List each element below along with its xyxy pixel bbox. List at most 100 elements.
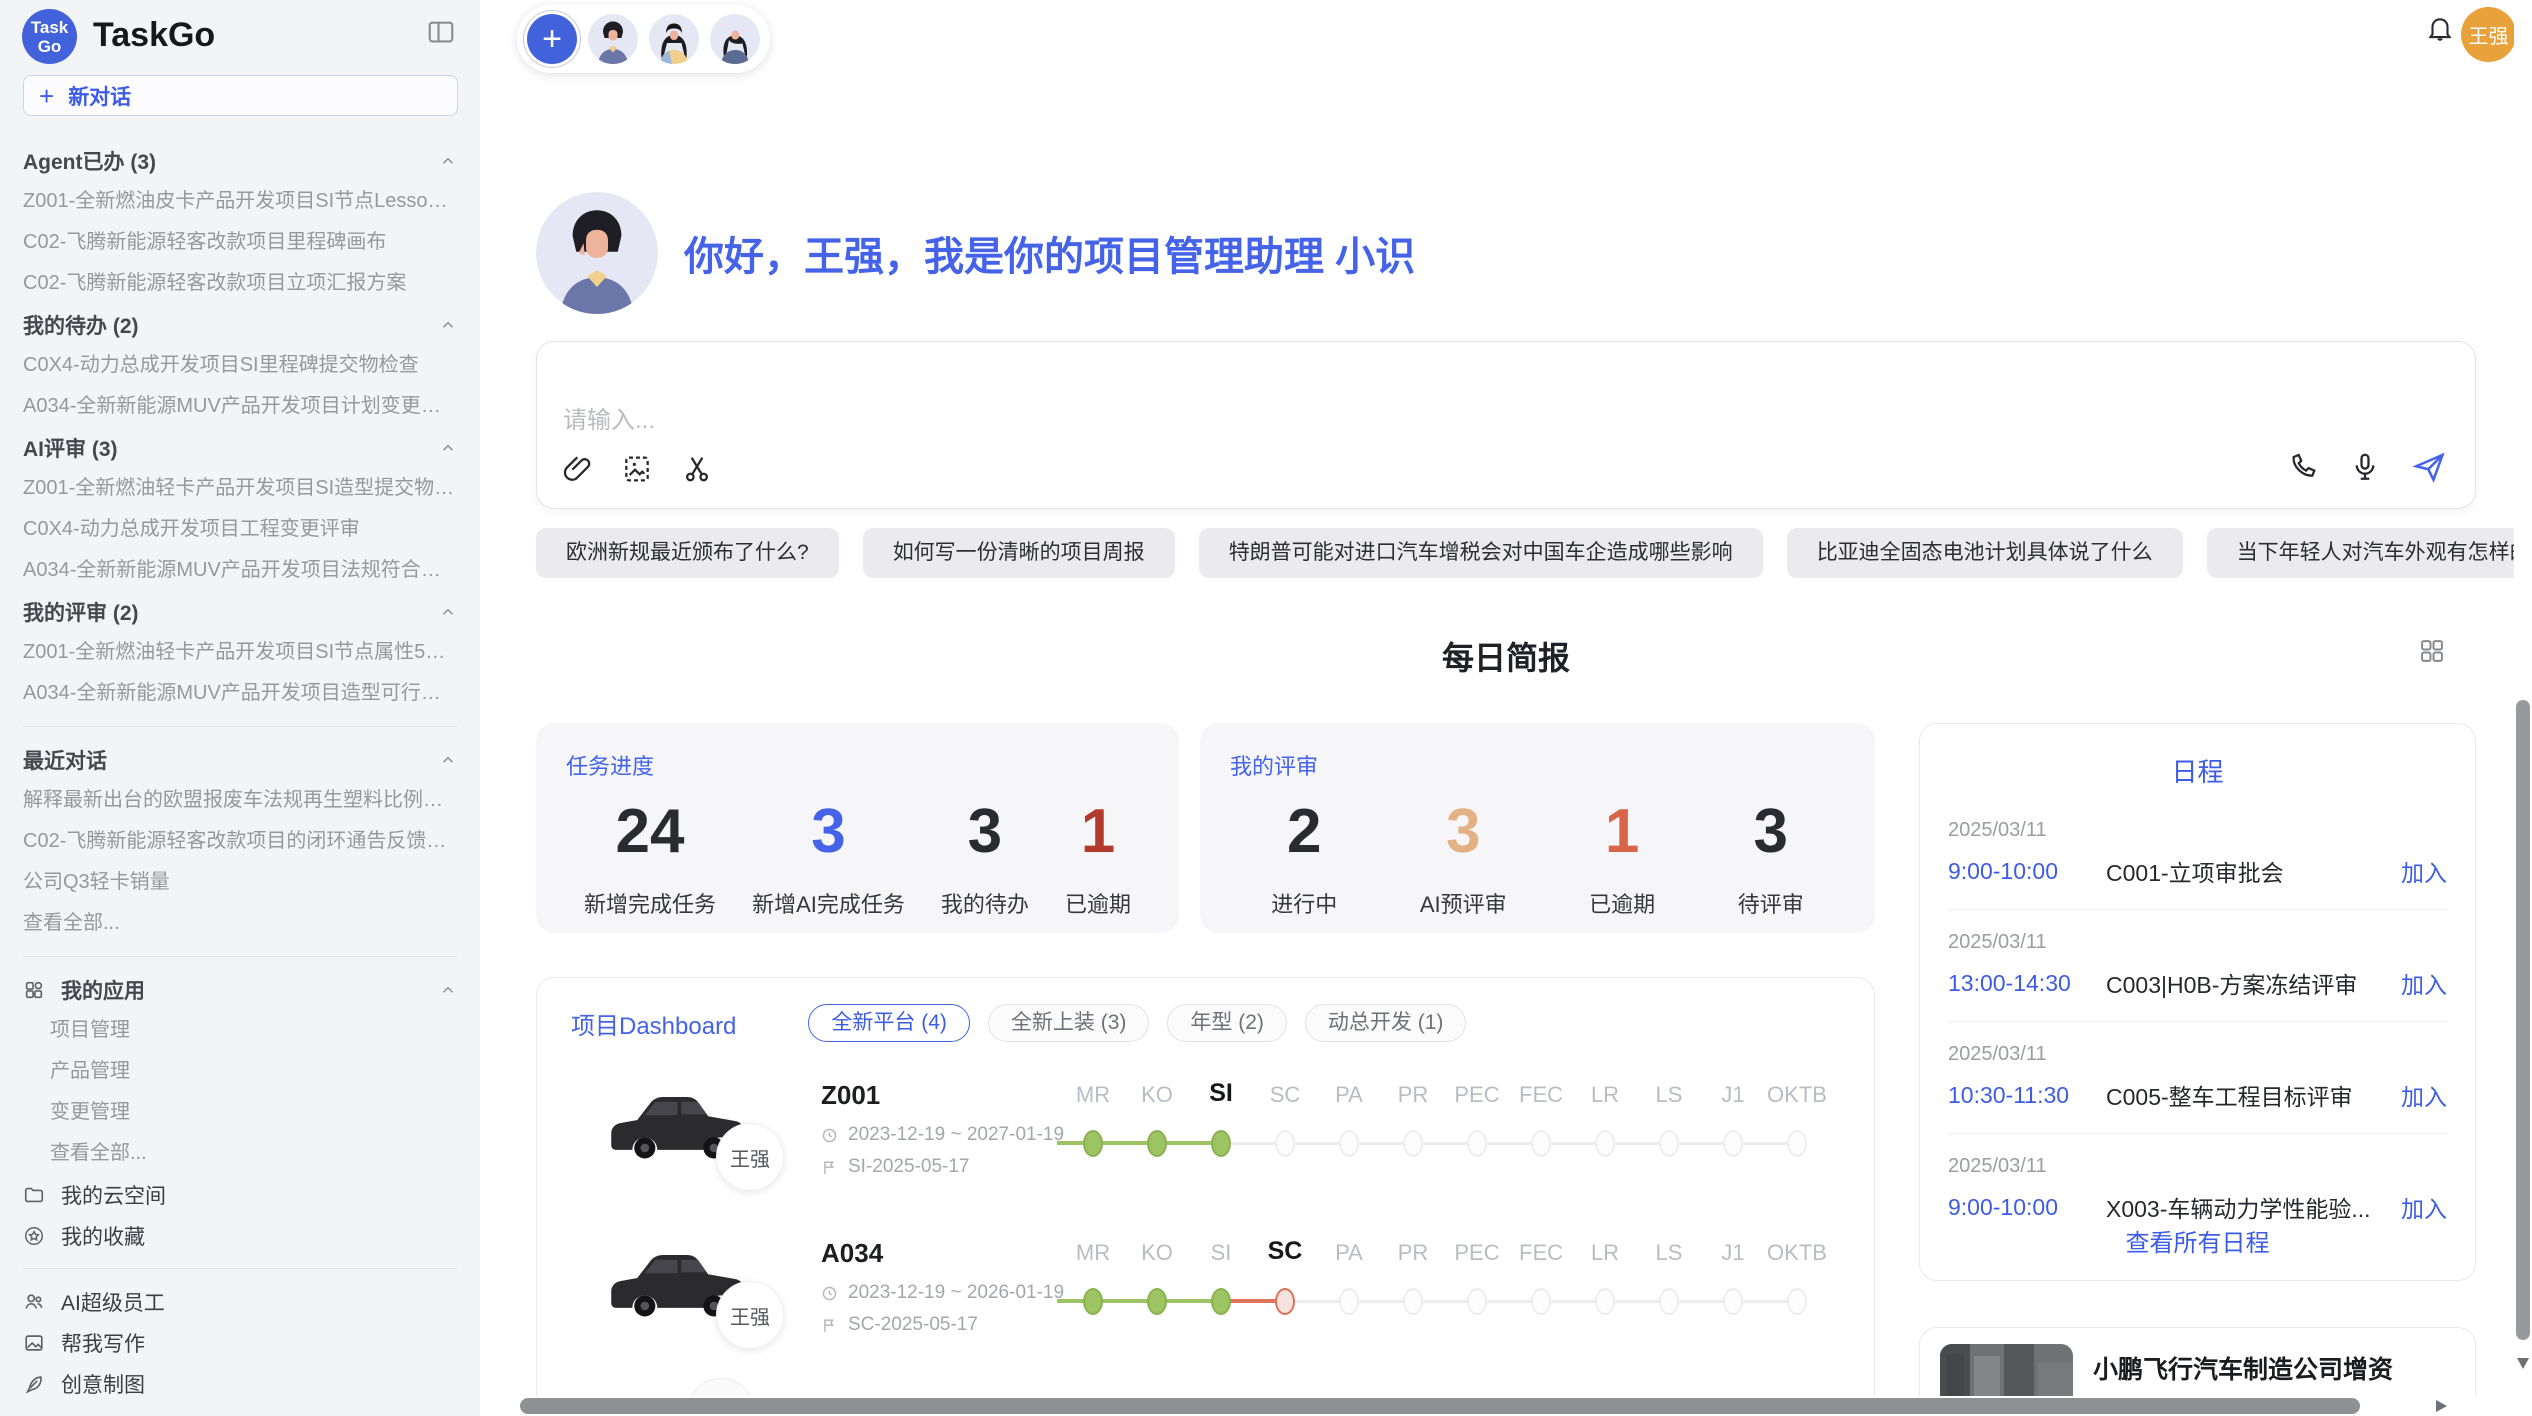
screenshot-button[interactable] bbox=[681, 452, 715, 486]
cloud-space-label: 我的云空间 bbox=[61, 1180, 166, 1210]
sidebar-item-help-write[interactable]: 帮我写作 bbox=[23, 1322, 457, 1363]
schedule-date: 2025/03/11 bbox=[1948, 931, 2447, 954]
sidebar: Task Go TaskGo + 新对话 Agent已办 (3) Z001-全新… bbox=[0, 0, 480, 1416]
sidebar-section-my-todo[interactable]: 我的待办 (2) bbox=[23, 304, 457, 345]
sidebar-item[interactable]: C02-飞腾新能源轻客改款项目立项汇报方案 bbox=[23, 263, 457, 304]
daily-briefing-header: 每日简报 bbox=[536, 633, 2476, 677]
milestone-node bbox=[1339, 1288, 1359, 1315]
recent-chats-view-all[interactable]: 查看全部... bbox=[23, 903, 457, 944]
image-icon bbox=[621, 453, 655, 485]
suggestion-chip[interactable]: 欧洲新规最近颁布了什么? bbox=[536, 528, 839, 578]
sidebar-app-item[interactable]: 变更管理 bbox=[23, 1092, 457, 1133]
join-button[interactable]: 加入 bbox=[2401, 1078, 2447, 1112]
join-button[interactable]: 加入 bbox=[2401, 1190, 2447, 1224]
tab-year-model[interactable]: 年型 (2) bbox=[1167, 1004, 1287, 1042]
sidebar-item-cloud-space[interactable]: 我的云空间 bbox=[23, 1174, 457, 1215]
vertical-scrollbar-thumb[interactable] bbox=[2516, 700, 2530, 1340]
user-avatar[interactable]: 王强 bbox=[2461, 7, 2516, 62]
milestone-node bbox=[1723, 1288, 1743, 1315]
join-button[interactable]: 加入 bbox=[2401, 966, 2447, 1000]
suggestion-chip[interactable]: 比亚迪全固态电池计划具体说了什么 bbox=[1787, 528, 2183, 578]
recent-chat-item[interactable]: 公司Q3轻卡销量 bbox=[23, 862, 457, 903]
vertical-scrollbar[interactable] bbox=[2514, 0, 2532, 1396]
divider bbox=[23, 956, 457, 957]
microphone-icon bbox=[2349, 451, 2383, 483]
star-badge-icon bbox=[23, 1225, 45, 1247]
sidebar-app-item[interactable]: 项目管理 bbox=[23, 1010, 457, 1051]
sidebar-item-favorites[interactable]: 我的收藏 bbox=[23, 1215, 457, 1256]
project-row-z001[interactable]: 王强 Z001 2023-12-19 ~ 2027-01-19 SI-2025-… bbox=[537, 1072, 1875, 1230]
suggestion-chip[interactable]: 如何写一份清晰的项目周报 bbox=[863, 528, 1175, 578]
sidebar-item[interactable]: C02-飞腾新能源轻客改款项目里程碑画布 bbox=[23, 222, 457, 263]
layout-grid-icon[interactable] bbox=[2418, 637, 2446, 665]
section-label: 我的应用 bbox=[61, 975, 145, 1005]
recent-chat-item[interactable]: 解释最新出台的欧盟报废车法规再生塑料比例被调至15%... bbox=[23, 780, 457, 821]
attachment-button[interactable] bbox=[561, 452, 595, 486]
recent-chat-item[interactable]: C02-飞腾新能源轻客改款项目的闭环通告反馈情况 bbox=[23, 821, 457, 862]
schedule-title: 日程 bbox=[1948, 752, 2447, 789]
sidebar-section-my-apps[interactable]: 我的应用 bbox=[23, 969, 457, 1010]
mic-button[interactable] bbox=[2349, 450, 2383, 484]
tab-powertrain[interactable]: 动总开发 (1) bbox=[1305, 1004, 1467, 1042]
notification-bell-icon[interactable] bbox=[2425, 13, 2455, 43]
tab-new-body[interactable]: 全新上装 (3) bbox=[988, 1004, 1150, 1042]
horizontal-scrollbar-thumb[interactable] bbox=[520, 1398, 2360, 1414]
chevron-up-icon bbox=[439, 603, 457, 621]
scrollbar-right-arrow[interactable] bbox=[2436, 1400, 2447, 1412]
stat-in-progress: 2 进行中 bbox=[1271, 799, 1337, 919]
section-label: Agent已办 (3) bbox=[23, 146, 156, 176]
avatar-male[interactable] bbox=[588, 14, 638, 64]
milestone-node-done bbox=[1211, 1288, 1231, 1315]
project-row-a034[interactable]: 王强 A034 2023-12-19 ~ 2026-01-19 SC-2025-… bbox=[537, 1230, 1875, 1388]
divider bbox=[23, 726, 457, 727]
milestone-node-done bbox=[1083, 1130, 1103, 1157]
send-plane-icon bbox=[2411, 449, 2449, 485]
panel-toggle-icon bbox=[426, 17, 458, 47]
milestone-node bbox=[1531, 1288, 1551, 1315]
apps-view-all[interactable]: 查看全部... bbox=[23, 1133, 457, 1174]
sidebar-item[interactable]: C0X4-动力总成开发项目SI里程碑提交物检查 bbox=[23, 345, 457, 386]
add-conversation-button[interactable]: + bbox=[527, 14, 577, 64]
sidebar-item-ai-staff[interactable]: AI超级员工 bbox=[23, 1281, 457, 1322]
schedule-time: 13:00-14:30 bbox=[1948, 970, 2106, 997]
project-dashboard-card: 项目Dashboard 全新平台 (4) 全新上装 (3) 年型 (2) 动总开… bbox=[536, 977, 1875, 1416]
scrollbar-down-arrow[interactable] bbox=[2517, 1358, 2529, 1369]
sidebar-item-creative-draw[interactable]: 创意制图 bbox=[23, 1363, 457, 1404]
section-label: 我的评审 (2) bbox=[23, 597, 139, 627]
avatar-female-2[interactable] bbox=[710, 14, 760, 64]
sidebar-app-item[interactable]: 产品管理 bbox=[23, 1051, 457, 1092]
sidebar-section-ai-review[interactable]: AI评审 (3) bbox=[23, 427, 457, 468]
schedule-time: 9:00-10:00 bbox=[1948, 858, 2106, 885]
voice-call-button[interactable] bbox=[2287, 450, 2321, 484]
send-button[interactable] bbox=[2411, 448, 2449, 486]
sidebar-item[interactable]: A034-全新新能源MUV产品开发项目计划变更表编写 bbox=[23, 386, 457, 427]
sidebar-item[interactable]: Z001-全新燃油轻卡产品开发项目SI节点属性5D文件评审 bbox=[23, 632, 457, 673]
suggestion-chip[interactable]: 特朗普可能对进口汽车增税会对中国车企造成哪些影响 bbox=[1199, 528, 1763, 578]
suggestion-chip[interactable]: 当下年轻人对汽车外观有怎样的喜好趋势 bbox=[2207, 528, 2532, 578]
schedule-event-title: C005-整车工程目标评审 bbox=[2106, 1078, 2401, 1112]
sidebar-collapse-button[interactable] bbox=[426, 16, 458, 48]
schedule-event-title: C001-立项审批会 bbox=[2106, 854, 2401, 888]
tab-new-platform[interactable]: 全新平台 (4) bbox=[808, 1004, 970, 1042]
scissors-icon bbox=[681, 453, 715, 485]
greeting: 你好，王强，我是你的项目管理助理 小识 bbox=[684, 224, 1415, 282]
sidebar-section-agent-done[interactable]: Agent已办 (3) bbox=[23, 140, 457, 181]
milestone-node-done bbox=[1147, 1288, 1167, 1315]
sidebar-section-recent-chats[interactable]: 最近对话 bbox=[23, 739, 457, 780]
new-chat-button[interactable]: + 新对话 bbox=[23, 75, 458, 116]
sidebar-item[interactable]: A034-全新新能源MUV产品开发项目法规符合性评审 bbox=[23, 550, 457, 591]
sidebar-item[interactable]: Z001-全新燃油轻卡产品开发项目SI造型提交物评审 bbox=[23, 468, 457, 509]
join-button[interactable]: 加入 bbox=[2401, 854, 2447, 888]
sidebar-item[interactable]: Z001-全新燃油皮卡产品开发项目SI节点Lesson Learn报告 bbox=[23, 181, 457, 222]
my-review-card: 我的评审 2 进行中 3 AI预评审 1 bbox=[1200, 723, 1875, 933]
sidebar-item[interactable]: C0X4-动力总成开发项目工程变更评审 bbox=[23, 509, 457, 550]
sidebar-section-my-review[interactable]: 我的评审 (2) bbox=[23, 591, 457, 632]
sidebar-item[interactable]: A034-全新新能源MUV产品开发项目造型可行性评审 bbox=[23, 673, 457, 714]
stat-new-done: 24 新增完成任务 bbox=[584, 799, 716, 919]
view-all-schedule-link[interactable]: 查看所有日程 bbox=[1920, 1223, 2475, 1258]
insert-image-button[interactable] bbox=[621, 452, 655, 486]
app-logo: Task Go bbox=[22, 9, 77, 64]
composer[interactable]: 请输入... bbox=[536, 341, 2476, 509]
avatar-female-1[interactable] bbox=[649, 14, 699, 64]
horizontal-scrollbar[interactable] bbox=[520, 1396, 2532, 1416]
